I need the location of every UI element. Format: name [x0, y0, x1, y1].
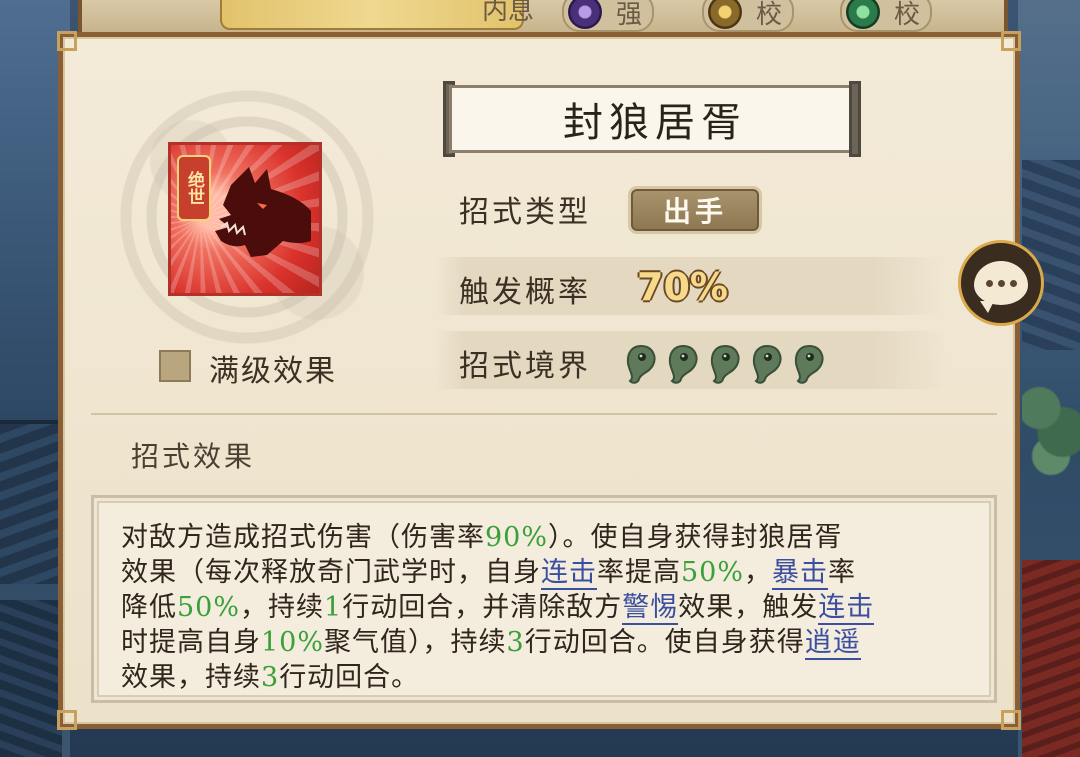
title-bracket-right [849, 81, 861, 157]
green-jade-icon [846, 0, 880, 29]
effect-description-line: 效果（每次释放奇门武学时，自身连击率提高50%，暴击率 [121, 550, 857, 590]
highlight-number: 10% [261, 627, 325, 658]
type-tag: 出手 [631, 189, 759, 231]
rank-badge: 绝世 [177, 155, 211, 221]
gold-coin-icon [708, 0, 742, 29]
tab-label-inner-breath[interactable]: 内息 [482, 0, 534, 27]
jade-magatama-icon [791, 343, 827, 385]
skill-name-plate: 封狼居胥 [449, 85, 861, 153]
tab-strengthen-label: 强 [616, 0, 643, 30]
tab-calibrate-2-label: 校 [894, 0, 921, 30]
section-divider [91, 413, 997, 415]
effect-description-line: 降低50%，持续1行动回合，并清除敌方警惕效果，触发连击 [121, 585, 875, 625]
effect-description-line: 效果，持续3行动回合。 [121, 655, 419, 694]
tab-calibrate-1-label: 校 [756, 0, 783, 30]
tab-calibrate-1[interactable]: 校 [702, 0, 795, 32]
description-text: ）。使自身获得封狼居胥 [548, 522, 843, 553]
jade-magatama-icon [707, 343, 743, 385]
skill-icon[interactable]: 绝世 [168, 142, 322, 296]
description-text: 对敌方造成招式伤害（伤害率 [121, 522, 485, 553]
chat-button[interactable] [958, 240, 1044, 326]
highlight-number: 90% [485, 522, 549, 553]
chat-bubble-icon [974, 261, 1028, 313]
rate-label: 触发概率 [459, 275, 591, 310]
rate-value: 70% [637, 265, 728, 309]
panel-corner-ornament [57, 31, 77, 51]
purple-orb-icon [568, 0, 602, 29]
description-text: 行动回合。使自身获得 [524, 627, 805, 658]
skill-name: 封狼居胥 [563, 100, 747, 146]
effect-description-line: 对敌方造成招式伤害（伤害率90%）。使自身获得封狼居胥 [121, 515, 843, 554]
highlight-number: 3 [506, 627, 525, 658]
highlight-number: 3 [261, 662, 280, 693]
description-text: ，持续 [240, 592, 325, 623]
panel-corner-ornament [57, 710, 77, 730]
skill-detail-panel: 绝世 满级效果 封狼居胥 招式类型 出手 触发概率 70% 招式境界 招式效果 … [57, 31, 1021, 730]
background-roof-left [0, 420, 62, 584]
highlight-number: 50% [681, 557, 745, 588]
description-text: 行动回合。 [279, 662, 420, 693]
effect-description-line: 时提高自身10%聚气值），持续3行动回合。使自身获得逍遥 [121, 620, 861, 660]
keyword-link[interactable]: 逍遥 [804, 627, 861, 660]
panel-corner-ornament [1001, 31, 1021, 51]
background-tree [1022, 360, 1080, 480]
description-text: 时提高自身 [121, 627, 261, 658]
background-roof-right-lower [1022, 560, 1080, 757]
character-portrait-strip [220, 0, 524, 30]
max-level-checkbox[interactable] [159, 350, 191, 382]
jade-magatama-icon [623, 343, 659, 385]
description-text: 率 [828, 557, 857, 588]
description-text: 效果，持续 [121, 662, 261, 693]
description-text: ， [744, 557, 773, 588]
description-text: 行动回合，并清除敌方 [342, 592, 623, 623]
highlight-number: 50% [177, 592, 241, 623]
description-text: 降低 [121, 592, 177, 623]
tab-calibrate-2[interactable]: 校 [840, 0, 933, 32]
description-text: 率提高 [597, 557, 681, 588]
highlight-number: 1 [324, 592, 343, 623]
panel-corner-ornament [1001, 710, 1021, 730]
description-text: 效果，触发 [678, 592, 819, 623]
effect-heading: 招式效果 [131, 440, 256, 473]
type-label: 招式类型 [459, 195, 591, 230]
jade-magatama-icon [665, 343, 701, 385]
description-text: 聚气值），持续 [324, 627, 507, 658]
jade-magatama-icon [749, 343, 785, 385]
description-text: 效果（每次释放奇门武学时，自身 [121, 557, 541, 588]
realm-label: 招式境界 [459, 349, 591, 384]
realm-level-indicator [623, 343, 827, 385]
background-panel-strip: 内息 强 校 校 [78, 0, 1008, 32]
background-roof-left-lower [0, 600, 62, 757]
tab-strengthen[interactable]: 强 [562, 0, 655, 32]
max-level-label[interactable]: 满级效果 [209, 346, 337, 390]
